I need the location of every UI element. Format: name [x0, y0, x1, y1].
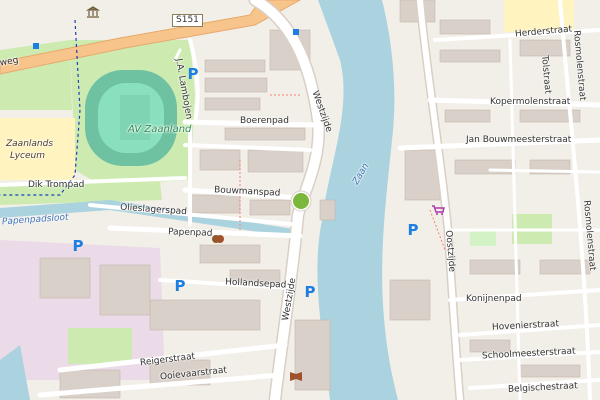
parking-icon[interactable]: P — [172, 278, 188, 294]
road-shield-s151: S151 — [172, 14, 203, 27]
library-icon[interactable] — [289, 370, 303, 382]
parking-icon[interactable]: P — [70, 238, 86, 254]
label-jan-bouwmeesterstraat: Jan Bouwmeesterstraat — [466, 135, 572, 145]
roundabout — [293, 193, 309, 209]
bus-stop-icon[interactable] — [33, 43, 39, 49]
label-dik-trompad: Dik Trompad — [28, 180, 85, 190]
label-tolstraat: Tolstraat — [539, 54, 553, 95]
courthouse-icon[interactable] — [86, 6, 100, 18]
map-base — [0, 0, 600, 400]
map-canvas[interactable]: S151 weg J.A. Lambojen Westzijde Westzij… — [0, 0, 600, 400]
label-av-zaanland: AV Zaanland — [128, 124, 192, 135]
green-field — [68, 328, 132, 364]
label-kopermolenstraat: Kopermolenstraat — [490, 97, 571, 107]
parking-icon[interactable]: P — [185, 66, 201, 82]
parking-icon[interactable]: P — [302, 284, 318, 300]
label-zaanlands-lyceum-line1: Zaanlands — [6, 139, 54, 149]
parking-icon[interactable]: P — [405, 222, 421, 238]
label-boerenpad: Boerenpad — [240, 116, 289, 126]
label-zaanlands-lyceum-line2: Lyceum — [10, 151, 45, 161]
bus-stop-icon[interactable] — [293, 29, 299, 35]
school-area — [0, 118, 75, 180]
playground — [470, 230, 496, 246]
label-papenpad: Papenpad — [167, 227, 213, 239]
theatre-icon[interactable] — [211, 233, 225, 245]
shop-icon[interactable] — [431, 204, 445, 216]
label-konijnenpad: Konijnenpad — [466, 294, 522, 304]
